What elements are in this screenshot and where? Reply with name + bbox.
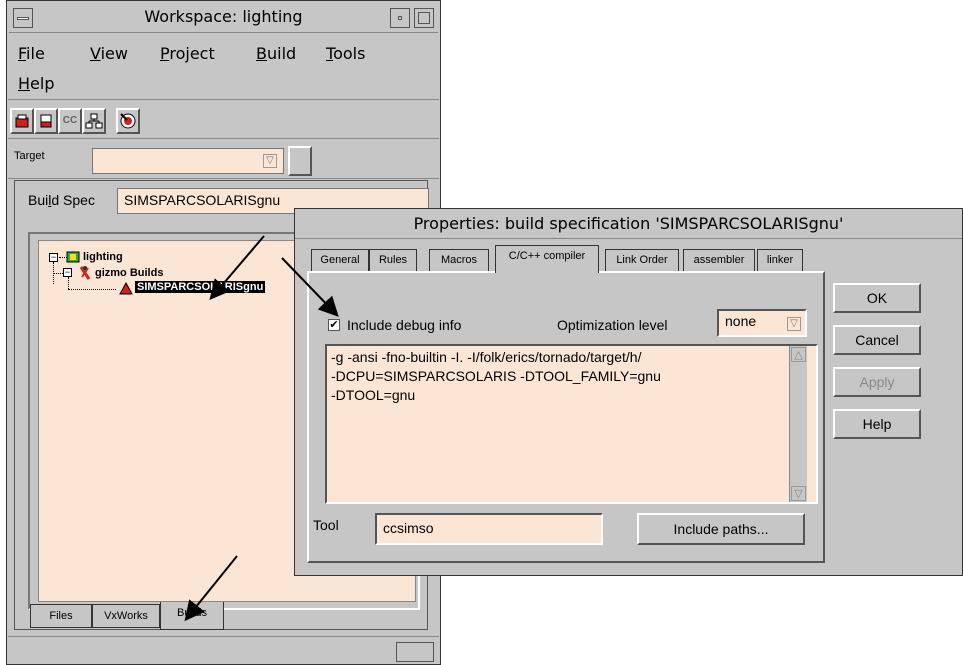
annotation-arrow-checkbox — [281, 257, 339, 317]
arrow-to-include-debug — [281, 257, 339, 317]
tab-c-cpp-compiler[interactable]: C/C++ compiler — [495, 245, 599, 273]
